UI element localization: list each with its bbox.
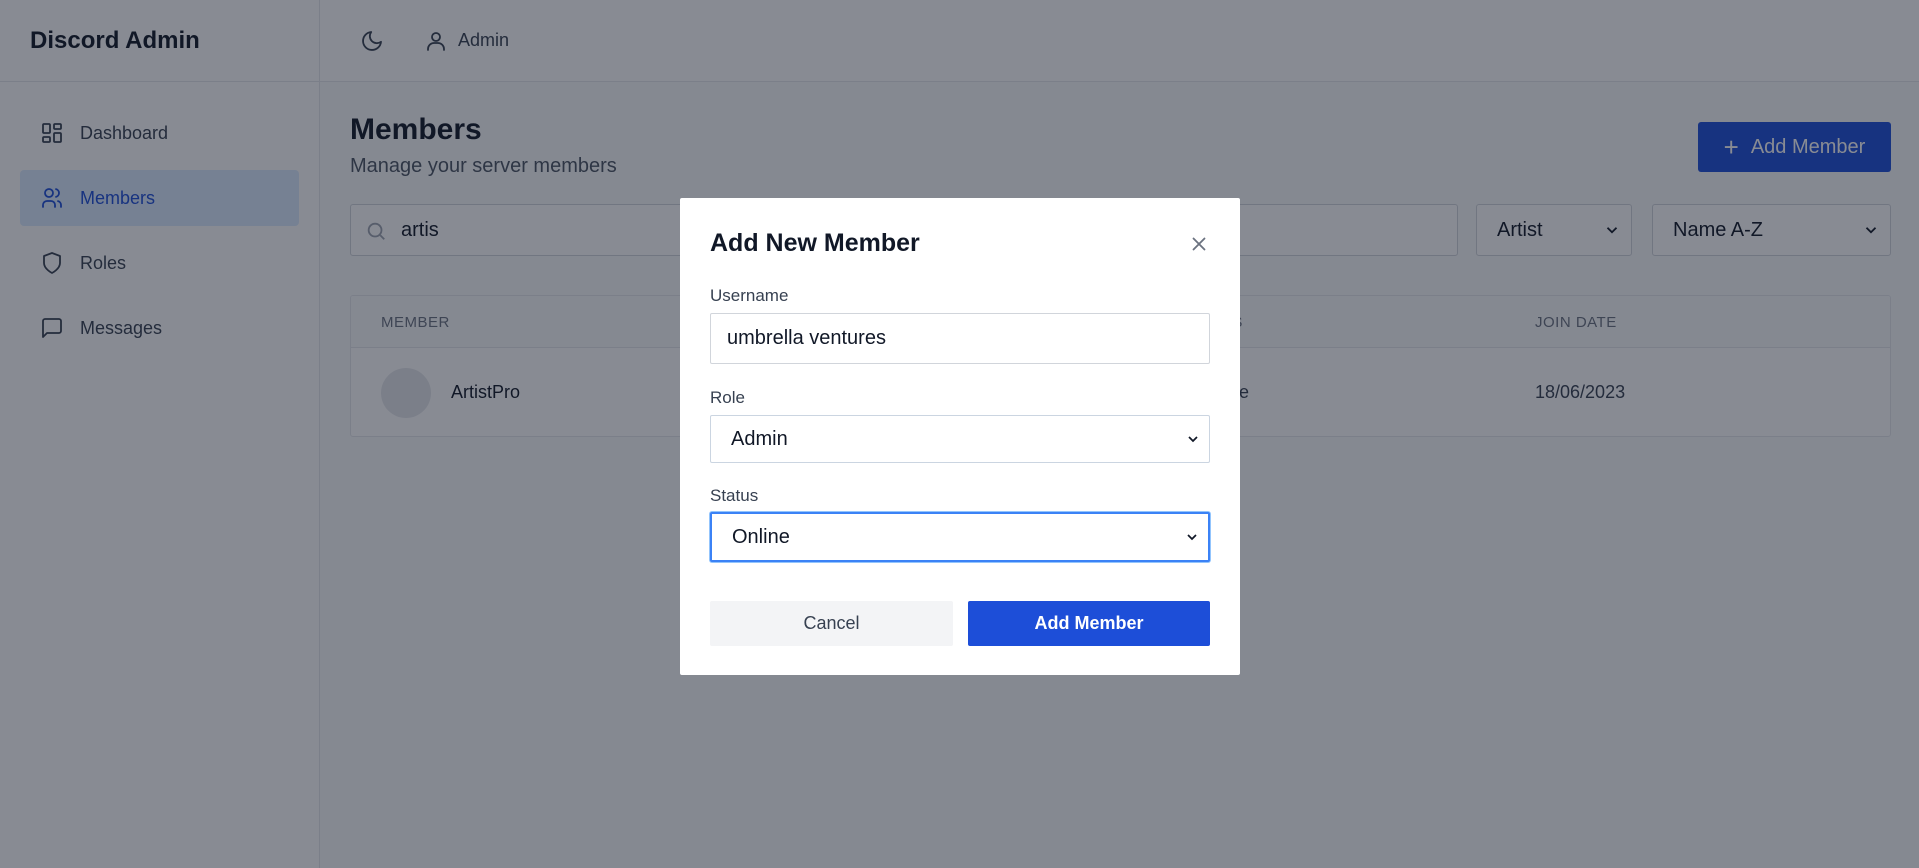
status-label: Status [710,486,759,505]
modal-title: Add New Member [710,229,920,257]
username-label: Username [710,286,789,305]
chevron-down-icon [1187,534,1197,541]
status-select[interactable]: Online [710,512,1210,562]
username-field[interactable]: umbrella ventures [710,313,1210,364]
username-value: umbrella ventures [727,327,886,349]
close-icon[interactable] [1188,233,1210,255]
chevron-down-icon [1188,436,1198,443]
role-select[interactable]: Admin [710,415,1210,463]
cancel-button[interactable]: Cancel [710,601,953,646]
add-member-modal: Add New Member Username umbrella venture… [680,198,1240,675]
role-label: Role [710,388,745,407]
role-value: Admin [731,427,788,450]
status-value: Online [732,525,790,548]
submit-add-member-button[interactable]: Add Member [968,601,1210,646]
